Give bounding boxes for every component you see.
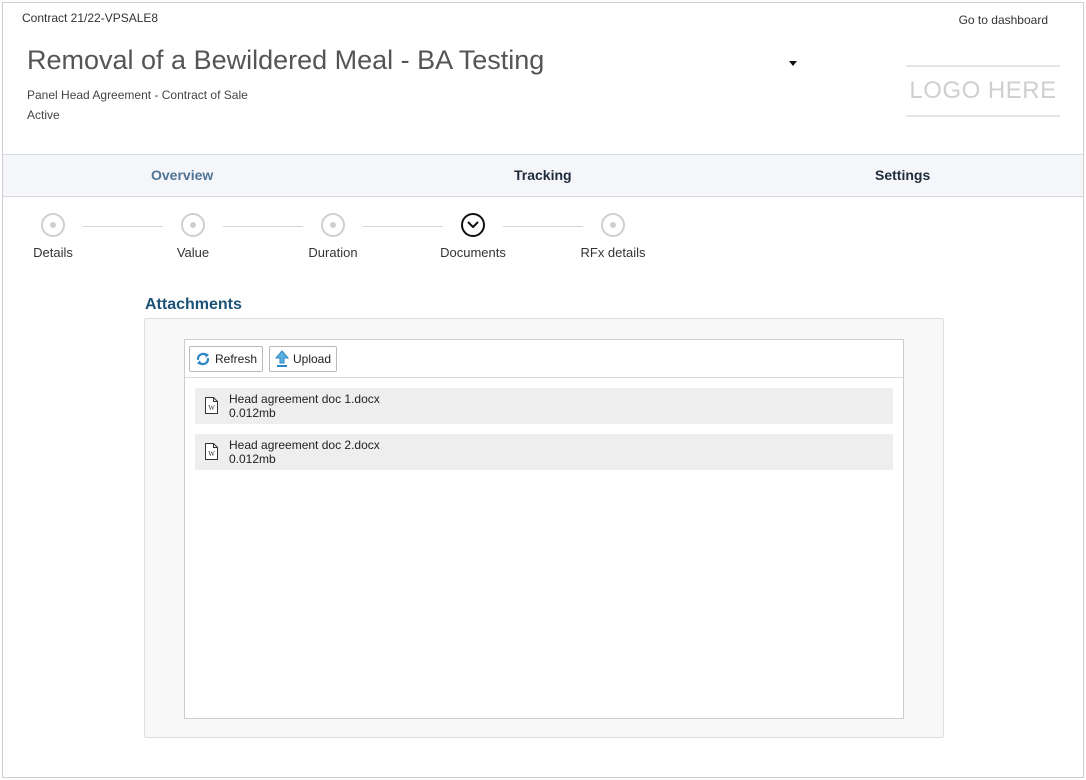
step-label: RFx details bbox=[580, 245, 646, 260]
contract-status: Active bbox=[27, 108, 60, 122]
attachment-filename: Head agreement doc 2.docx bbox=[229, 438, 380, 452]
attachments-list-box: Refresh Upload W Head agreement doc 1.do… bbox=[184, 339, 904, 719]
step-duration[interactable]: Duration bbox=[283, 213, 383, 260]
step-label: Duration bbox=[308, 245, 358, 260]
logo-text: LOGO HERE bbox=[909, 77, 1057, 104]
refresh-icon bbox=[196, 352, 210, 366]
upload-label: Upload bbox=[293, 352, 332, 366]
word-document-icon: W bbox=[205, 443, 218, 460]
attachment-filename: Head agreement doc 1.docx bbox=[229, 392, 380, 406]
attachments-panel: Refresh Upload W Head agreement doc 1.do… bbox=[144, 318, 944, 738]
tab-tracking[interactable]: Tracking bbox=[514, 167, 572, 183]
logo-placeholder: LOGO HERE bbox=[906, 65, 1060, 117]
chevron-down-icon bbox=[461, 213, 485, 237]
word-document-icon: W bbox=[205, 397, 218, 414]
step-label: Details bbox=[33, 245, 73, 260]
tab-overview[interactable]: Overview bbox=[151, 167, 213, 183]
step-details[interactable]: Details bbox=[3, 213, 103, 260]
attachments-title: Attachments bbox=[145, 296, 242, 313]
step-value[interactable]: Value bbox=[143, 213, 243, 260]
tab-bar: Overview Tracking Settings bbox=[3, 154, 1083, 197]
step-documents[interactable]: Documents bbox=[423, 213, 523, 260]
step-pending-icon bbox=[41, 213, 65, 237]
attachment-filesize: 0.012mb bbox=[229, 406, 276, 420]
attachments-toolbar: Refresh Upload bbox=[185, 340, 903, 378]
page-frame: Contract 21/22-VPSALE8 Go to dashboard R… bbox=[2, 2, 1084, 778]
upload-button[interactable]: Upload bbox=[269, 346, 338, 372]
attachment-filesize: 0.012mb bbox=[229, 452, 276, 466]
attachment-row[interactable]: W Head agreement doc 2.docx 0.012mb bbox=[195, 434, 893, 470]
contract-type: Panel Head Agreement - Contract of Sale bbox=[27, 88, 248, 102]
step-pending-icon bbox=[321, 213, 345, 237]
refresh-label: Refresh bbox=[215, 352, 258, 366]
page-title: Removal of a Bewildered Meal - BA Testin… bbox=[27, 45, 545, 75]
tab-settings[interactable]: Settings bbox=[875, 167, 930, 183]
refresh-button[interactable]: Refresh bbox=[189, 346, 264, 372]
step-label: Value bbox=[176, 245, 210, 260]
title-dropdown-caret-icon[interactable] bbox=[789, 61, 797, 66]
step-label: Documents bbox=[440, 245, 506, 260]
upload-icon bbox=[274, 350, 290, 367]
svg-text:W: W bbox=[208, 450, 215, 458]
attachment-row[interactable]: W Head agreement doc 1.docx 0.012mb bbox=[195, 388, 893, 424]
contract-id: Contract 21/22-VPSALE8 bbox=[22, 11, 159, 25]
step-pending-icon bbox=[181, 213, 205, 237]
svg-text:W: W bbox=[208, 404, 215, 412]
step-pending-icon bbox=[601, 213, 625, 237]
step-rfx-details[interactable]: RFx details bbox=[563, 213, 663, 260]
go-to-dashboard-link[interactable]: Go to dashboard bbox=[959, 13, 1048, 27]
